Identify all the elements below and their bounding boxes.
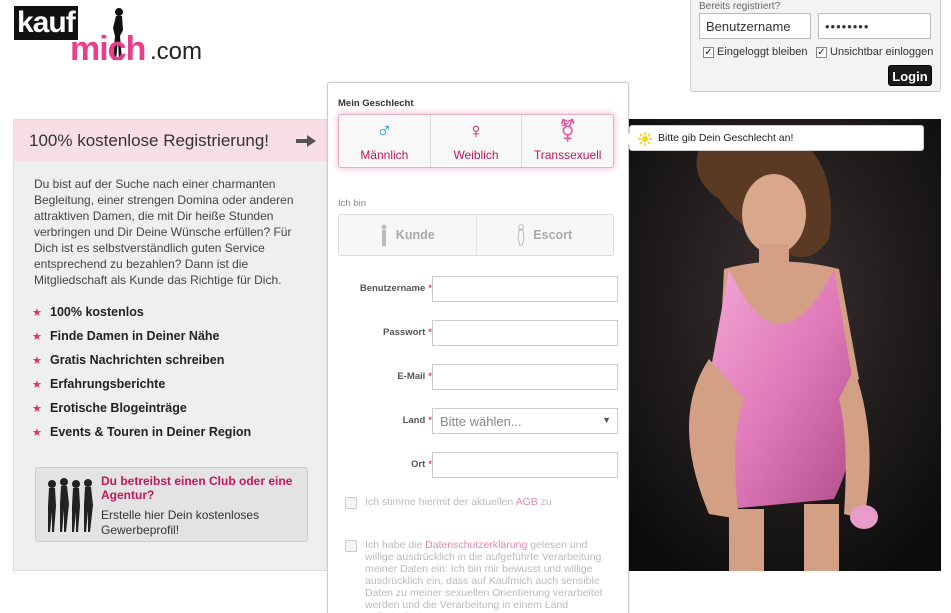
gender-selector: ♂ Männlich ♀ Weiblich ⚧ Transsexuell bbox=[338, 114, 614, 168]
logo-part-kauf: kauf bbox=[14, 6, 78, 40]
women-silhouettes-icon bbox=[48, 478, 93, 532]
login-box: Bereits registriert? ✓ Eingeloggt bleibe… bbox=[690, 0, 941, 92]
role-label: Ich bin bbox=[338, 198, 366, 209]
login-hint: Bereits registriert? bbox=[699, 1, 781, 12]
registration-form: Mein Geschlecht ♂ Männlich ♀ Weiblich ⚧ … bbox=[327, 82, 629, 613]
feature-item: ★ Erotische Blogeinträge bbox=[32, 396, 251, 420]
star-icon: ★ bbox=[32, 330, 42, 343]
role-option-label: Kunde bbox=[395, 228, 435, 242]
model-photo bbox=[629, 119, 941, 571]
sun-icon bbox=[638, 132, 652, 146]
gender-option-label: Weiblich bbox=[453, 148, 499, 162]
country-select[interactable]: Bitte wählen... ▼ bbox=[432, 408, 618, 434]
password-input[interactable] bbox=[432, 320, 618, 346]
email-input[interactable] bbox=[432, 364, 618, 390]
country-select-value: Bitte wählen... bbox=[440, 414, 522, 429]
terms-consent: Ich stimme hiermit der aktuellen AGB zu bbox=[345, 496, 615, 509]
registration-intro: Du bist auf der Suche nach einer charman… bbox=[34, 177, 294, 287]
feature-label: Finde Damen in Deiner Nähe bbox=[50, 329, 220, 343]
password-label: Passwort * bbox=[383, 327, 432, 338]
city-label: Ort * bbox=[411, 459, 432, 470]
stay-logged-in-label: Eingeloggt bleiben bbox=[717, 46, 808, 58]
female-symbol-icon: ♀ bbox=[467, 118, 485, 143]
feature-item: ★ Erfahrungsberichte bbox=[32, 372, 251, 396]
logo-part-com: .com bbox=[150, 38, 203, 65]
business-profile-text: Erstelle hier Dein kostenloses Gewerbepr… bbox=[101, 508, 260, 537]
feature-item: ★ Gratis Nachrichten schreiben bbox=[32, 348, 251, 372]
email-label: E-Mail * bbox=[397, 371, 432, 382]
transgender-symbol-icon: ⚧ bbox=[558, 118, 577, 143]
woman-silhouette-icon bbox=[517, 224, 525, 246]
invisible-login-checkbox[interactable]: ✓ bbox=[816, 46, 827, 58]
tooltip-arrow bbox=[622, 133, 630, 145]
male-symbol-icon: ♂ bbox=[376, 118, 393, 143]
terms-link[interactable]: AGB bbox=[516, 496, 538, 508]
country-label: Land * bbox=[402, 415, 432, 426]
country-row: Land * Bitte wählen... ▼ bbox=[328, 408, 628, 434]
gender-option-label: Transsexuell bbox=[533, 148, 602, 162]
feature-item: ★ Events & Touren in Deiner Region bbox=[32, 420, 251, 444]
feature-item: ★ 100% kostenlos bbox=[32, 300, 251, 324]
privacy-link[interactable]: Datenschutzerklärung bbox=[425, 539, 527, 551]
star-icon: ★ bbox=[32, 426, 42, 439]
star-icon: ★ bbox=[32, 306, 42, 319]
username-label: Benutzername * bbox=[359, 283, 432, 294]
feature-label: Erotische Blogeinträge bbox=[50, 401, 187, 415]
privacy-checkbox[interactable] bbox=[345, 540, 357, 552]
registration-info-panel: 100% kostenlose Registrierung! Du bist a… bbox=[13, 119, 328, 571]
city-row: Ort * bbox=[328, 452, 628, 478]
privacy-text: Ich habe die Datenschutzerklärung gelese… bbox=[365, 539, 603, 613]
caret-down-icon: ▼ bbox=[602, 415, 611, 425]
gender-option-male[interactable]: ♂ Männlich bbox=[339, 115, 431, 167]
feature-label: Erfahrungsberichte bbox=[50, 377, 166, 391]
role-selector: Kunde Escort bbox=[338, 214, 614, 256]
gender-tooltip: Bitte gib Dein Geschlecht an! bbox=[622, 125, 924, 151]
username-row: Benutzername * bbox=[328, 276, 628, 302]
star-icon: ★ bbox=[32, 378, 42, 391]
site-logo[interactable]: kauf mich .com bbox=[12, 4, 212, 68]
stay-logged-in-checkbox[interactable]: ✓ bbox=[703, 46, 714, 58]
star-icon: ★ bbox=[32, 402, 42, 415]
registration-header: 100% kostenlose Registrierung! bbox=[14, 120, 327, 161]
login-password-input[interactable] bbox=[818, 13, 931, 39]
gender-option-trans[interactable]: ⚧ Transsexuell bbox=[522, 115, 613, 167]
password-row: Passwort * bbox=[328, 320, 628, 346]
logo-part-mich: mich bbox=[70, 30, 146, 68]
business-profile-box[interactable]: Du betreibst einen Club oder eine Agentu… bbox=[35, 467, 308, 542]
role-option-customer[interactable]: Kunde bbox=[339, 215, 477, 255]
model-photo-image bbox=[629, 119, 941, 571]
gender-label: Mein Geschlecht bbox=[338, 98, 414, 109]
email-row: E-Mail * bbox=[328, 364, 628, 390]
invisible-login-option[interactable]: ✓ Unsichtbar einloggen bbox=[816, 46, 933, 58]
feature-label: 100% kostenlos bbox=[50, 305, 144, 319]
role-option-escort[interactable]: Escort bbox=[477, 215, 614, 255]
business-profile-title[interactable]: Du betreibst einen Club oder eine Agentu… bbox=[101, 474, 301, 502]
city-input[interactable] bbox=[432, 452, 618, 478]
terms-checkbox[interactable] bbox=[345, 497, 357, 509]
tooltip-text: Bitte gib Dein Geschlecht an! bbox=[658, 132, 794, 144]
arrow-right-icon bbox=[296, 135, 316, 147]
feature-label: Gratis Nachrichten schreiben bbox=[50, 353, 225, 367]
gender-option-label: Männlich bbox=[360, 148, 409, 162]
feature-list: ★ 100% kostenlos ★ Finde Damen in Deiner N… bbox=[32, 300, 251, 444]
feature-item: ★ Finde Damen in Deiner Nähe bbox=[32, 324, 251, 348]
invisible-login-label: Unsichtbar einloggen bbox=[830, 46, 934, 58]
username-input[interactable] bbox=[432, 276, 618, 302]
stay-logged-in-option[interactable]: ✓ Eingeloggt bleiben bbox=[703, 46, 808, 58]
role-option-label: Escort bbox=[533, 228, 573, 242]
gender-option-female[interactable]: ♀ Weiblich bbox=[431, 115, 523, 167]
registration-title: 100% kostenlose Registrierung! bbox=[29, 131, 270, 150]
feature-label: Events & Touren in Deiner Region bbox=[50, 425, 252, 439]
login-button[interactable]: Login bbox=[888, 65, 932, 86]
star-icon: ★ bbox=[32, 354, 42, 367]
man-silhouette-icon bbox=[381, 224, 387, 246]
login-username-input[interactable] bbox=[699, 13, 811, 39]
privacy-consent: Ich habe die Datenschutzerklärung gelese… bbox=[345, 539, 615, 613]
terms-text: Ich stimme hiermit der aktuellen AGB zu bbox=[365, 496, 552, 508]
